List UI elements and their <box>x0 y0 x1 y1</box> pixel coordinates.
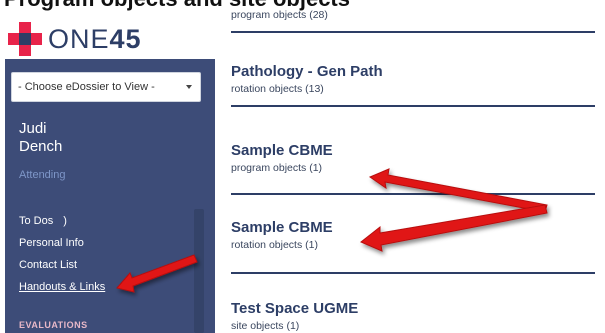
sidebar-nav: To Dos) Personal Info Contact List Hando… <box>19 210 105 298</box>
plus-logo-icon <box>8 22 42 56</box>
list-item-subtitle: program objects (28) <box>231 9 328 21</box>
list-item-subtitle: site objects (1) <box>231 320 300 332</box>
list-item-title: Test Space UGME <box>231 300 359 317</box>
sidebar-item-handouts-links[interactable]: Handouts & Links <box>19 276 105 298</box>
list-item-partial[interactable]: program objects (28) <box>231 6 595 21</box>
user-name: Judi Dench <box>19 120 63 155</box>
divider <box>231 193 595 195</box>
sidebar-scrollbar[interactable] <box>194 209 204 333</box>
list-item[interactable]: Sample CBME program objects (1) <box>231 142 595 174</box>
list-item[interactable]: Test Space UGME site objects (1) <box>231 300 595 332</box>
list-item-subtitle: rotation objects (1) <box>231 239 318 251</box>
list-item[interactable]: Sample CBME rotation objects (1) <box>231 219 595 251</box>
list-item-subtitle: program objects (1) <box>231 162 323 174</box>
edossier-select[interactable]: - Choose eDossier to View - <box>11 72 201 102</box>
list-item-title: Pathology - Gen Path <box>231 63 383 80</box>
logo-wordmark: ONE45 <box>48 24 142 54</box>
list-item-title: Sample CBME <box>231 219 333 236</box>
sidebar-item-contact-list[interactable]: Contact List <box>19 254 105 276</box>
sidebar-section-evaluations: EVALUATIONS <box>19 320 88 330</box>
main-content: program objects (28) Pathology - Gen Pat… <box>231 0 599 333</box>
sidebar: - Choose eDossier to View - Judi Dench A… <box>5 59 215 333</box>
list-item-subtitle: rotation objects (13) <box>231 83 324 95</box>
divider <box>231 105 595 107</box>
edossier-select-value: - Choose eDossier to View - <box>18 81 155 93</box>
sidebar-item-personal-info[interactable]: Personal Info <box>19 232 105 254</box>
sidebar-item-todos[interactable]: To Dos) <box>19 210 105 232</box>
one45-logo: ONE45 <box>8 22 208 56</box>
list-item[interactable]: Pathology - Gen Path rotation objects (1… <box>231 63 595 95</box>
user-role: Attending <box>19 169 66 181</box>
chevron-down-icon <box>186 85 192 89</box>
list-item-title: Sample CBME <box>231 142 333 159</box>
divider <box>231 272 595 274</box>
divider <box>231 31 595 33</box>
